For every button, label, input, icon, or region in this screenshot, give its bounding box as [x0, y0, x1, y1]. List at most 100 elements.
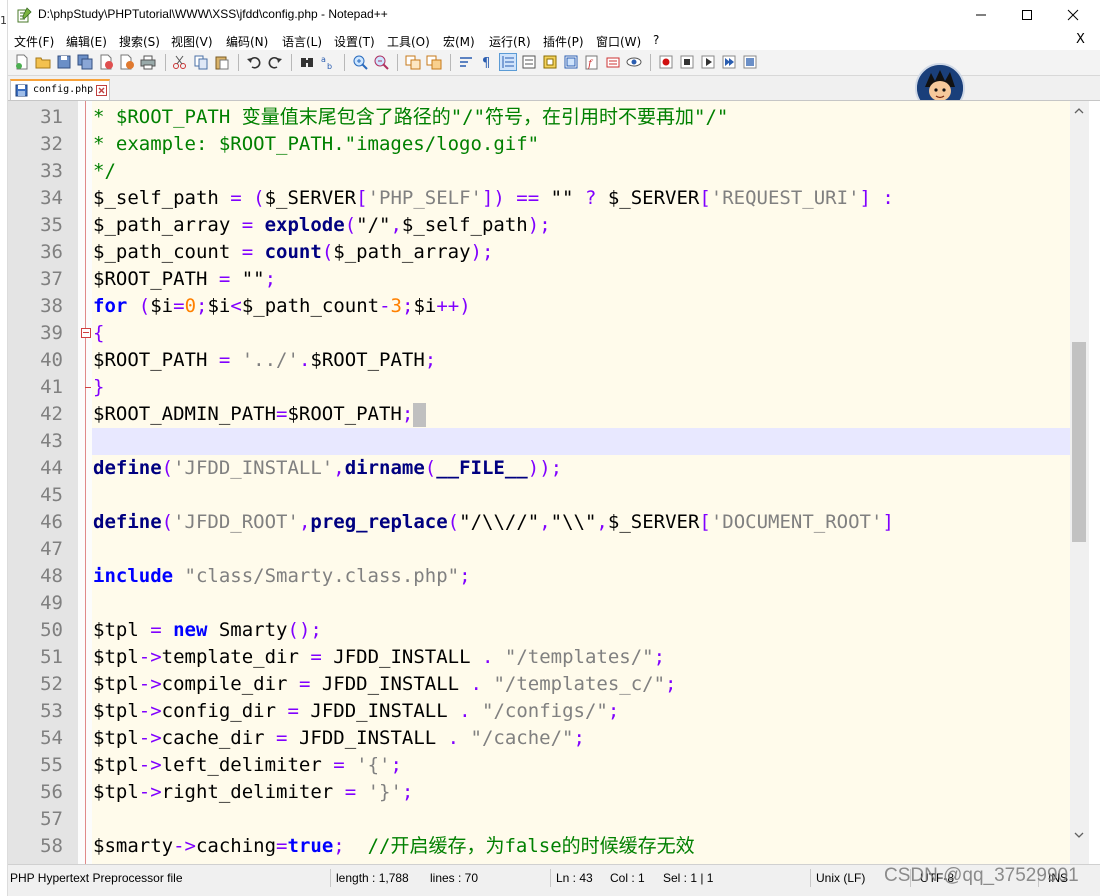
open-file-icon[interactable]: [35, 54, 51, 70]
tab-label: config.php: [33, 84, 94, 95]
code-token: ->: [173, 835, 196, 857]
status-eol[interactable]: Unix (LF): [816, 871, 865, 885]
stop-recording-icon[interactable]: [679, 54, 695, 70]
close-all-icon[interactable]: [119, 54, 135, 70]
replace-icon[interactable]: ab: [320, 54, 336, 70]
code-line[interactable]: 33 */: [8, 158, 1070, 185]
tab-config-php[interactable]: config.php: [10, 79, 110, 100]
menu-file[interactable]: 文件(F): [14, 33, 54, 50]
menu-tools[interactable]: 工具(O): [387, 33, 430, 50]
function-list-icon[interactable]: [563, 54, 579, 70]
indent-guide-icon[interactable]: [499, 53, 517, 71]
scroll-down-icon[interactable]: [1074, 830, 1084, 840]
code-line[interactable]: 44 define('JFDD_INSTALL',dirname(__FILE__…: [8, 455, 1070, 482]
menu-help[interactable]: ?: [653, 33, 659, 47]
code-line[interactable]: 41}: [8, 374, 1070, 401]
menu-run[interactable]: 运行(R): [489, 33, 531, 50]
code-line[interactable]: 55 $tpl->left_delimiter = '{';: [8, 752, 1070, 779]
udl-icon[interactable]: [521, 54, 537, 70]
tab-close-icon[interactable]: [96, 85, 107, 96]
code-token: ;: [401, 781, 414, 803]
save-icon[interactable]: [56, 54, 72, 70]
close-file-icon[interactable]: [98, 54, 114, 70]
save-all-icon[interactable]: [77, 54, 93, 70]
scrollbar-thumb[interactable]: [1072, 342, 1086, 542]
menu-plugins[interactable]: 插件(P): [543, 33, 584, 50]
cut-icon[interactable]: [172, 54, 188, 70]
show-all-characters-icon[interactable]: ¶: [479, 54, 495, 70]
maximize-button[interactable]: [1004, 0, 1050, 30]
playback-macro-icon[interactable]: [700, 54, 716, 70]
minimize-button[interactable]: [958, 0, 1004, 30]
line-number: 39: [40, 322, 63, 344]
code-line[interactable]: 36 $_path_count = count($_path_array);: [8, 239, 1070, 266]
code-line[interactable]: 31 * $ROOT_PATH 变量值末尾包含了路径的"/"符号，在引用时不要再加…: [8, 104, 1070, 131]
redo-icon[interactable]: [267, 54, 283, 70]
code-token: true: [287, 835, 334, 857]
print-icon[interactable]: [140, 54, 156, 70]
code-line[interactable]: 53 $tpl->config_dir = JFDD_INSTALL . "/co…: [8, 698, 1070, 725]
close-document-button[interactable]: X: [1076, 32, 1085, 47]
undo-icon[interactable]: [246, 54, 262, 70]
menu-encoding[interactable]: 编码(N): [226, 33, 268, 50]
code-line[interactable]: 52 $tpl->compile_dir = JFDD_INSTALL . "/t…: [8, 671, 1070, 698]
zoom-in-icon[interactable]: [352, 54, 368, 70]
run-macro-multiple-icon[interactable]: [721, 54, 737, 70]
copy-icon[interactable]: [193, 54, 209, 70]
code-line[interactable]: 32 * example: $ROOT_PATH."images/logo.gif…: [8, 131, 1070, 158]
line-number: 44: [40, 457, 63, 479]
code-line[interactable]: 57: [8, 806, 1070, 833]
code-line[interactable]: 49: [8, 590, 1070, 617]
code-line[interactable]: 43: [8, 428, 1070, 455]
code-line[interactable]: 39 {: [8, 320, 1070, 347]
code-line[interactable]: 47: [8, 536, 1070, 563]
code-line[interactable]: 51 $tpl->template_dir = JFDD_INSTALL . "/…: [8, 644, 1070, 671]
fold-toggle-icon[interactable]: [81, 328, 91, 338]
menu-window[interactable]: 窗口(W): [596, 33, 641, 50]
line-code: $tpl->config_dir = JFDD_INSTALL . "/conf…: [93, 698, 619, 725]
code-line[interactable]: 50 $tpl = new Smarty();: [8, 617, 1070, 644]
menu-search[interactable]: 搜索(S): [119, 33, 160, 50]
scroll-up-icon[interactable]: [1074, 106, 1084, 116]
code-line[interactable]: 56 $tpl->right_delimiter = '}';: [8, 779, 1070, 806]
code-line[interactable]: 38 for ($i=0;$i<$_path_count-3;$i++): [8, 293, 1070, 320]
save-macro-icon[interactable]: [742, 54, 758, 70]
record-macro-icon[interactable]: [658, 54, 674, 70]
doc-map-icon[interactable]: [542, 54, 558, 70]
monitoring-icon[interactable]: [626, 54, 642, 70]
code-line[interactable]: 40 $ROOT_PATH = '../'.$ROOT_PATH;: [8, 347, 1070, 374]
new-file-icon[interactable]: [14, 54, 30, 70]
menu-view[interactable]: 视图(V): [171, 33, 213, 50]
code-line[interactable]: 35 $_path_array = explode("/",$_self_path…: [8, 212, 1070, 239]
zoom-out-icon[interactable]: [373, 54, 389, 70]
code-token: * $ROOT_PATH 变量值末尾包含了路径的"/"符号，在引用时不要再加"/…: [93, 106, 729, 128]
menu-settings[interactable]: 设置(T): [334, 33, 375, 50]
code-line[interactable]: 34 $_self_path = ($_SERVER['PHP_SELF']) =…: [8, 185, 1070, 212]
paste-icon[interactable]: [214, 54, 230, 70]
word-wrap-icon[interactable]: [458, 54, 474, 70]
code-line[interactable]: 54 $tpl->cache_dir = JFDD_INSTALL . "/cac…: [8, 725, 1070, 752]
menu-edit[interactable]: 编辑(E): [66, 33, 107, 50]
code-line[interactable]: 37 $ROOT_PATH = "";: [8, 266, 1070, 293]
document-list-icon[interactable]: [605, 54, 621, 70]
find-icon[interactable]: [299, 54, 315, 70]
code-token: -: [379, 295, 391, 317]
code-line[interactable]: 48 include "class/Smarty.class.php";: [8, 563, 1070, 590]
code-token: $ROOT_PATH: [93, 349, 219, 371]
close-button[interactable]: [1050, 0, 1096, 30]
code-line[interactable]: 46 define('JFDD_ROOT',preg_replace("/\\//…: [8, 509, 1070, 536]
line-number: 53: [40, 700, 63, 722]
sync-horizontal-icon[interactable]: [426, 54, 442, 70]
code-token: =: [310, 646, 334, 668]
vertical-scrollbar[interactable]: [1070, 101, 1089, 864]
code-token: "class/Smarty.class.php": [184, 565, 460, 587]
code-line[interactable]: 58 $smarty->caching=true; //开启缓存，为false的时…: [8, 833, 1070, 860]
code-editor[interactable]: 31 * $ROOT_PATH 变量值末尾包含了路径的"/"符号，在引用时不要再加…: [8, 100, 1100, 864]
code-line[interactable]: 42 $ROOT_ADMIN_PATH=$ROOT_PATH;: [8, 401, 1070, 428]
folder-workspace-icon[interactable]: f: [584, 54, 600, 70]
code-token: '}': [367, 781, 402, 803]
code-line[interactable]: 45: [8, 482, 1070, 509]
menu-macro[interactable]: 宏(M): [443, 33, 475, 50]
sync-vertical-icon[interactable]: [405, 54, 421, 70]
menu-language[interactable]: 语言(L): [282, 33, 322, 50]
